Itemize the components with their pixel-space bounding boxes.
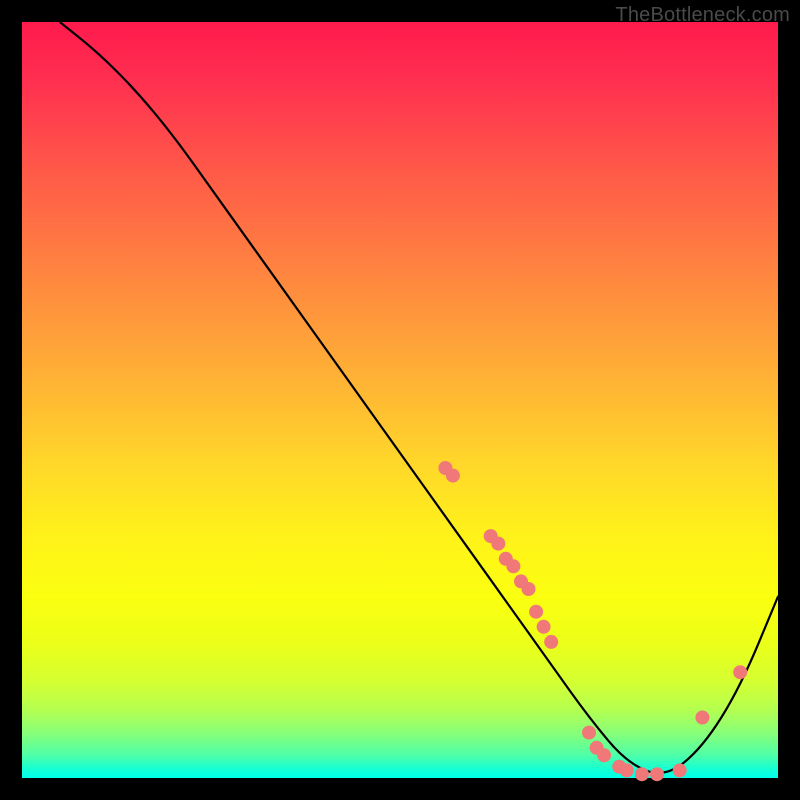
data-point-marker [650, 767, 664, 781]
data-point-marker [491, 537, 505, 551]
data-point-marker [597, 748, 611, 762]
chart-curve [60, 22, 778, 773]
data-point-marker [506, 559, 520, 573]
chart-plot-area [22, 22, 778, 778]
data-point-marker [635, 767, 649, 781]
data-point-marker [446, 469, 460, 483]
data-point-marker [733, 665, 747, 679]
data-point-marker [544, 635, 558, 649]
chart-outer-frame: TheBottleneck.com [0, 0, 800, 800]
data-point-marker [522, 582, 536, 596]
data-point-marker [529, 605, 543, 619]
data-point-marker [582, 726, 596, 740]
data-point-marker [695, 711, 709, 725]
watermark-text: TheBottleneck.com [615, 4, 790, 27]
data-point-marker [620, 763, 634, 777]
data-point-marker [537, 620, 551, 634]
chart-svg [22, 22, 778, 778]
data-point-marker [673, 763, 687, 777]
chart-markers [438, 461, 747, 781]
